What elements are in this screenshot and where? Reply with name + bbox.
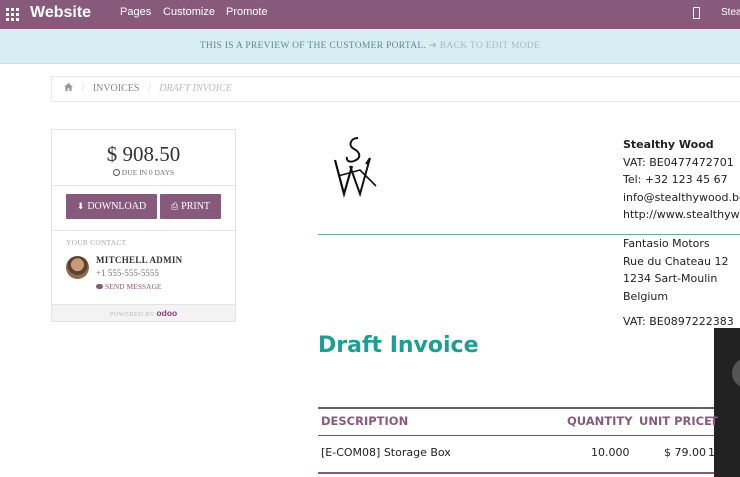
mouse-cursor-icon <box>310 255 320 266</box>
clock-icon <box>112 169 120 176</box>
download-icon: ⬇ <box>76 202 85 212</box>
company-logo <box>333 137 377 198</box>
col-quantity: QUANTITY <box>567 414 633 428</box>
brand-title[interactable]: Website <box>30 4 91 22</box>
odoo-logo: odoo <box>156 308 178 318</box>
breadcrumb-separator: / <box>81 83 85 94</box>
menu-pages[interactable]: Pages <box>120 6 151 18</box>
table-bottom-border <box>318 472 714 474</box>
customer-city: 1234 Sart-Moulin <box>623 272 718 285</box>
user-menu[interactable]: Stea <box>721 7 740 18</box>
invoice-amount: $ 908.50 <box>106 142 181 166</box>
breadcrumb-separator: / <box>147 83 151 94</box>
preview-banner-text: This is a preview of the customer portal… <box>199 41 427 51</box>
customer-name: Fantasio Motors <box>623 237 710 250</box>
home-icon[interactable] <box>64 83 73 91</box>
arrow-right-icon: ➔ <box>428 41 438 51</box>
portal-preview-banner: This is a preview of the customer portal… <box>0 29 740 64</box>
due-label: Due in 0 days <box>121 168 175 177</box>
print-button[interactable]: ⎙ Print <box>160 194 221 219</box>
company-tel: Tel: +32 123 45 67 <box>623 173 728 186</box>
company-address: Stealthy Wood VAT: BE0477472701 Tel: +32… <box>623 136 740 224</box>
invoice-sidebar-card: $ 908.50 Due in 0 days ⬇ Download ⎙ Print … <box>51 129 236 322</box>
divider <box>52 230 235 231</box>
col-unit-price: UNIT PRICE <box>639 414 712 428</box>
due-status: Due in 0 days <box>52 168 235 177</box>
line-unit-price: $ 79.00 <box>664 446 706 459</box>
customer-address: Fantasio Motors Rue du Chateau 12 1234 S… <box>623 235 729 305</box>
line-description: [E-COM08] Storage Box <box>321 446 451 459</box>
breadcrumb: / Invoices / Draft Invoice <box>51 76 740 102</box>
back-to-edit-label: Back to edit mode <box>439 41 541 51</box>
avatar <box>66 256 89 279</box>
company-email: info@stealthywood.be <box>623 190 740 204</box>
company-vat: VAT: BE0477472701 <box>623 155 734 169</box>
customer-country: Belgium <box>623 289 669 303</box>
print-label: Print <box>181 201 211 212</box>
send-message-label: Send message <box>105 282 162 291</box>
apps-grid-icon[interactable] <box>6 8 19 21</box>
contact-name: Mitchell Admin <box>96 255 183 265</box>
download-button[interactable]: ⬇ Download <box>66 194 157 219</box>
customer-vat: VAT: BE0897222383 <box>623 315 734 328</box>
website-top-bar: Website Pages Customize Promote Stea <box>0 0 740 29</box>
powered-by-footer[interactable]: Powered by odoo <box>52 304 235 321</box>
line-quantity: 10.000 <box>591 446 630 459</box>
contact-title: Your Contact <box>66 238 127 247</box>
divider <box>52 185 235 186</box>
download-label: Download <box>87 201 147 212</box>
invoice-title: Draft Invoice <box>318 333 479 358</box>
col-description: DESCRIPTION <box>321 414 409 428</box>
customer-street: Rue du Chateau 12 <box>623 254 729 268</box>
menu-customize[interactable]: Customize <box>163 6 215 18</box>
line-total: 1 <box>708 446 715 459</box>
print-icon: ⎙ <box>170 202 179 212</box>
contact-phone: +1 555-555-5555 <box>96 268 159 278</box>
company-name: Stealthy Wood <box>623 138 714 151</box>
mobile-preview-icon[interactable] <box>693 7 700 19</box>
breadcrumb-current: Draft Invoice <box>159 83 232 94</box>
table-top-border <box>318 407 714 409</box>
breadcrumb-invoices[interactable]: Invoices <box>93 83 140 94</box>
company-website: http://www.stealthywo <box>623 208 740 221</box>
col-total: T <box>710 414 718 428</box>
table-header-border <box>318 435 714 436</box>
powered-by-label: Powered by <box>109 311 155 318</box>
menu-promote[interactable]: Promote <box>226 6 268 18</box>
send-message-link[interactable]: Send message <box>96 282 161 291</box>
chat-bubble-icon <box>96 284 103 289</box>
chat-overlay[interactable] <box>714 328 740 477</box>
back-to-edit-link[interactable]: ➔ Back to edit mode <box>429 41 540 51</box>
chat-avatar <box>732 358 740 388</box>
